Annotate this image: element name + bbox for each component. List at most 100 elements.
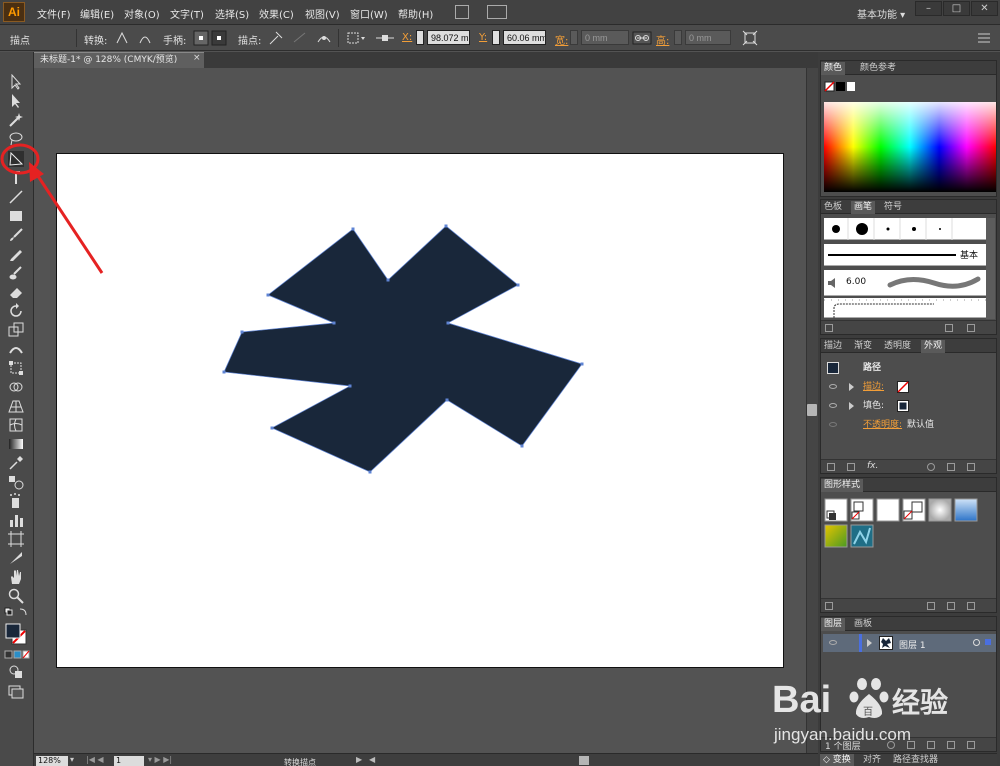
x-stepper-icon[interactable] <box>375 30 395 46</box>
symbol-sprayer-tool-icon[interactable] <box>8 493 24 509</box>
rotate-tool-icon[interactable] <box>8 303 24 319</box>
w-stepper[interactable] <box>570 30 578 45</box>
stroke-label[interactable]: 描边: <box>863 378 884 396</box>
add-stroke-icon[interactable] <box>827 463 835 471</box>
color-mode-icons[interactable] <box>4 650 30 660</box>
hide-handles-icon[interactable] <box>211 30 227 46</box>
control-bar-menu-icon[interactable] <box>976 30 992 46</box>
visibility-eye-icon[interactable] <box>829 384 837 389</box>
convert-anchor-point-tool-icon[interactable] <box>8 151 24 167</box>
tab-layers[interactable]: 图层 <box>821 618 846 631</box>
close-document-icon[interactable]: × <box>193 53 201 63</box>
slice-tool-icon[interactable] <box>8 550 24 566</box>
graphic-style-libraries-icon[interactable] <box>825 602 833 610</box>
appearance-opacity-row[interactable]: 不透明度: 默认值 <box>823 416 996 434</box>
artboard[interactable] <box>56 153 784 668</box>
convert-corner-icon[interactable] <box>114 30 130 46</box>
vertical-scrollbar-thumb[interactable] <box>807 404 817 416</box>
tab-gradient[interactable]: 渐变 <box>851 340 875 353</box>
menu-file[interactable]: 文件(F) <box>37 6 71 21</box>
color-spectrum[interactable] <box>824 102 996 192</box>
artboard-number-field[interactable]: 1 <box>114 756 144 766</box>
layer-visibility-icon[interactable] <box>829 640 837 645</box>
menu-view[interactable]: 视图(V) <box>305 6 340 21</box>
visibility-eye-icon[interactable] <box>829 422 837 427</box>
break-link-icon[interactable] <box>927 602 935 610</box>
show-handles-icon[interactable] <box>193 30 209 46</box>
eraser-tool-icon[interactable] <box>8 284 24 300</box>
color-swatches-quick[interactable] <box>824 81 856 93</box>
menu-type[interactable]: 文字(T) <box>170 6 204 21</box>
zoom-tool-icon[interactable] <box>8 588 24 604</box>
convert-smooth-icon[interactable] <box>137 30 153 46</box>
menu-select[interactable]: 选择(S) <box>215 6 249 21</box>
stroke-none-swatch-icon[interactable] <box>897 381 909 393</box>
tab-transform[interactable]: ◇ 变换 <box>820 754 854 766</box>
cut-path-icon[interactable] <box>316 30 332 46</box>
hand-tool-icon[interactable] <box>8 569 24 585</box>
swap-default-colors-icon[interactable] <box>4 607 28 617</box>
layer-target-icon[interactable] <box>973 639 980 646</box>
menu-effect[interactable]: 效果(C) <box>259 6 294 21</box>
menu-help[interactable]: 帮助(H) <box>398 6 433 21</box>
link-icon[interactable] <box>632 30 652 46</box>
expand-layer-icon[interactable] <box>867 639 872 647</box>
expand-triangle-icon[interactable] <box>849 383 854 391</box>
artboard-tool-icon[interactable] <box>8 531 24 547</box>
scale-tool-icon[interactable] <box>8 322 24 338</box>
clear-appearance-icon[interactable] <box>927 463 935 471</box>
free-transform-tool-icon[interactable] <box>8 360 24 376</box>
width-tool-icon[interactable] <box>8 341 24 357</box>
brush-calligraphic-row[interactable]: 6.00 <box>824 270 986 296</box>
zoom-level-field[interactable]: 128% <box>36 756 68 766</box>
align-to-icon[interactable] <box>346 30 366 46</box>
delete-item-icon[interactable] <box>967 463 975 471</box>
blob-brush-tool-icon[interactable] <box>8 265 24 281</box>
duplicate-item-icon[interactable] <box>947 463 955 471</box>
gradient-tool-icon[interactable] <box>8 436 24 452</box>
blend-tool-icon[interactable] <box>8 474 24 490</box>
menu-edit[interactable]: 编辑(E) <box>80 6 114 21</box>
tab-swatches[interactable]: 色板 <box>821 201 845 214</box>
workspace-switcher[interactable]: 基本功能 ▾ <box>857 6 905 21</box>
next-artboard-icon[interactable]: ▾ ▶ ▶| <box>148 755 172 764</box>
close-window-button[interactable]: ✕ <box>971 1 998 16</box>
x-input[interactable] <box>427 30 470 45</box>
add-effect-icon[interactable]: fx. <box>867 461 878 471</box>
scroll-left-icon[interactable]: ◀ <box>369 755 375 764</box>
brushes-scrollbar[interactable] <box>986 218 995 319</box>
brush-basic-row[interactable]: 基本 <box>824 244 986 266</box>
tab-brushes[interactable]: 画笔 <box>851 201 876 214</box>
new-graphic-style-icon[interactable] <box>947 602 955 610</box>
shape-builder-tool-icon[interactable] <box>8 379 24 395</box>
bridge-icon[interactable] <box>455 5 469 19</box>
w-input[interactable] <box>581 30 629 45</box>
tab-align[interactable]: 对齐 <box>860 754 884 766</box>
fill-stroke-swatch-icon[interactable] <box>4 622 30 646</box>
layer-selected-indicator[interactable] <box>985 639 991 645</box>
status-menu-icon[interactable]: ▶ <box>356 755 362 764</box>
delete-brush-icon[interactable] <box>967 324 975 332</box>
arrange-documents-icon[interactable] <box>487 5 507 19</box>
magic-wand-tool-icon[interactable] <box>8 112 24 128</box>
y-input[interactable] <box>503 30 546 45</box>
screen-mode-icon[interactable] <box>8 683 24 699</box>
new-brush-icon[interactable] <box>945 324 953 332</box>
document-tab[interactable]: 未标题-1* @ 128% (CMYK/预览) <box>34 52 204 68</box>
h-stepper[interactable] <box>674 30 682 45</box>
add-fill-icon[interactable] <box>847 463 855 471</box>
fill-swatch-icon[interactable] <box>897 400 909 412</box>
minimize-button[interactable]: – <box>915 1 942 16</box>
opacity-label[interactable]: 不透明度: <box>863 416 902 434</box>
type-tool-icon[interactable] <box>8 170 24 186</box>
tab-appearance[interactable]: 外观 <box>921 340 946 353</box>
tab-stroke[interactable]: 描边 <box>821 340 845 353</box>
x-stepper[interactable] <box>416 30 424 45</box>
tab-color-guide[interactable]: 颜色参考 <box>857 62 899 75</box>
direct-selection-tool-icon[interactable] <box>8 93 24 109</box>
fill-label[interactable]: 填色: <box>863 397 884 415</box>
tab-transparency[interactable]: 透明度 <box>881 340 914 353</box>
appearance-path-row[interactable]: 路径 <box>823 359 996 377</box>
brush-dot-row[interactable] <box>824 218 986 240</box>
menu-window[interactable]: 窗口(W) <box>350 6 388 21</box>
